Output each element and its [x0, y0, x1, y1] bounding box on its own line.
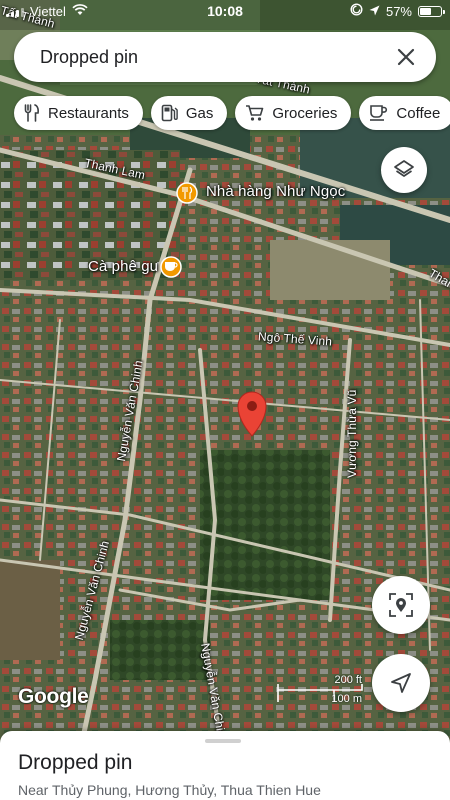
- sheet-drag-handle[interactable]: [205, 739, 241, 743]
- sheet-title: Dropped pin: [18, 751, 133, 774]
- cafe-marker[interactable]: [160, 256, 182, 278]
- sheet-subtitle: Near Thủy Phung, Hương Thủy, Thua Thien …: [18, 782, 321, 798]
- chip-gas[interactable]: Gas: [150, 96, 228, 130]
- screen-lock-icon: [350, 3, 363, 19]
- street-view-button[interactable]: [372, 576, 430, 634]
- battery-percent: 57%: [385, 3, 412, 19]
- scale-meters: 100 m: [331, 693, 362, 705]
- poi-label-restaurant[interactable]: Nhà hàng Như Ngọc: [206, 183, 345, 200]
- category-chips: Restaurants Gas Groceries Coffee: [14, 96, 450, 130]
- fork-knife-icon: [24, 104, 39, 122]
- layers-button[interactable]: [381, 147, 427, 193]
- chip-label: Groceries: [272, 104, 338, 122]
- chip-label: Restaurants: [48, 104, 129, 122]
- search-bar[interactable]: Dropped pin: [14, 32, 436, 82]
- place-sheet[interactable]: Dropped pin Near Thủy Phung, Hương Thủy,…: [0, 731, 450, 800]
- close-icon[interactable]: [392, 43, 420, 71]
- gas-pump-icon: [161, 104, 178, 122]
- coffee-cup-icon: [370, 105, 388, 121]
- my-location-button[interactable]: [372, 654, 430, 712]
- map-scale: 200 ft 100 m: [276, 672, 366, 708]
- chip-restaurants[interactable]: Restaurants: [14, 96, 143, 130]
- cart-icon: [246, 105, 264, 121]
- google-logo: Google: [18, 685, 89, 708]
- search-query[interactable]: Dropped pin: [40, 47, 392, 68]
- street-view-target-icon: [389, 593, 413, 617]
- chip-groceries[interactable]: Groceries: [235, 96, 352, 130]
- chip-label: Gas: [185, 104, 214, 122]
- chip-label: Coffee: [396, 104, 441, 122]
- street-label: Vương Thừa Vũ: [345, 389, 359, 478]
- battery-icon: [418, 5, 445, 17]
- status-bar: Viettel 10:08 57%: [0, 0, 450, 24]
- restaurant-marker[interactable]: [176, 182, 198, 204]
- layers-icon: [394, 160, 414, 177]
- location-arrow-icon: [369, 4, 380, 19]
- poi-label-cafe[interactable]: Cà phê gu: [88, 258, 158, 275]
- navigation-arrow-icon: [391, 673, 411, 693]
- chip-coffee[interactable]: Coffee: [359, 96, 450, 130]
